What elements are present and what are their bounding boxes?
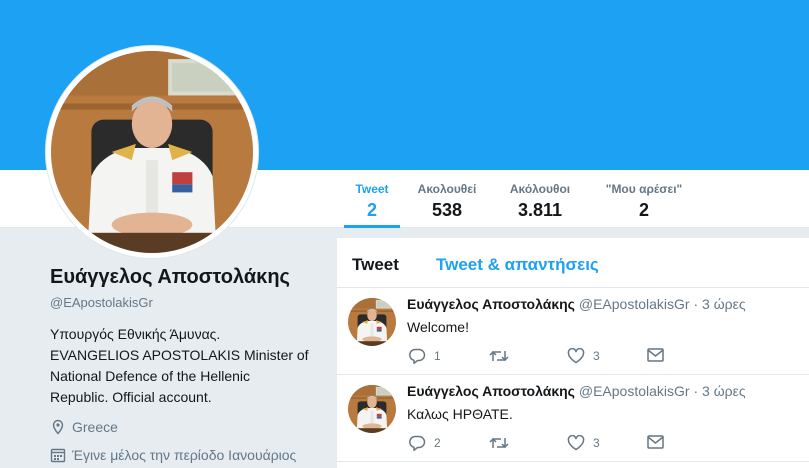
reply-button[interactable]: 1 bbox=[409, 348, 441, 364]
reply-count: 1 bbox=[434, 349, 441, 363]
reply-icon bbox=[409, 348, 426, 364]
retweet-button[interactable] bbox=[489, 348, 517, 364]
like-button[interactable]: 3 bbox=[567, 435, 600, 451]
avatar-image bbox=[51, 51, 253, 253]
stat-label: Ακολουθεί bbox=[417, 182, 477, 196]
tab-tweets[interactable]: Tweet bbox=[352, 255, 399, 275]
stat-tweets[interactable]: Tweet 2 bbox=[344, 182, 400, 228]
stat-following[interactable]: Ακολουθεί 538 bbox=[412, 182, 482, 228]
stat-label: Tweet bbox=[355, 182, 389, 196]
reply-button[interactable]: 2 bbox=[409, 435, 441, 451]
message-icon bbox=[647, 348, 664, 362]
retweet-icon bbox=[489, 350, 509, 362]
tweet-actions: 1 3 bbox=[409, 348, 669, 366]
stat-followers[interactable]: Ακόλουθοι 3.811 bbox=[503, 182, 577, 228]
stat-value: 3.811 bbox=[517, 200, 563, 220]
tweet-timestamp[interactable]: 3 ώρες bbox=[702, 296, 746, 312]
tweet-separator: · bbox=[693, 296, 699, 312]
profile-card: Ευάγγελος Αποστολάκης @EApostolakisGr Υπ… bbox=[50, 266, 320, 463]
message-button[interactable] bbox=[647, 435, 664, 449]
location-icon bbox=[52, 419, 64, 435]
message-icon bbox=[647, 435, 664, 449]
joined-text: Έγινε μέλος την περίοδο Ιανουάριος bbox=[72, 447, 297, 463]
stat-likes[interactable]: "Μου αρέσει" 2 bbox=[598, 182, 690, 228]
tweet-header: Ευάγγελος Αποστολάκης @EApostolakisGr · … bbox=[407, 296, 746, 312]
tweet-avatar[interactable] bbox=[348, 385, 396, 433]
profile-location: Greece bbox=[50, 419, 118, 435]
profile-avatar[interactable] bbox=[46, 46, 258, 258]
stat-value: 538 bbox=[431, 200, 463, 220]
profile-joined: Έγινε μέλος την περίοδο Ιανουάριος bbox=[50, 447, 296, 463]
tweet-header: Ευάγγελος Αποστολάκης @EApostolakisGr · … bbox=[407, 383, 746, 399]
stat-label: "Μου αρέσει" bbox=[605, 182, 683, 196]
message-button[interactable] bbox=[647, 348, 664, 362]
profile-bio: Υπουργός Εθνικής Άμυνας. EVANGELIOS APOS… bbox=[50, 326, 309, 405]
tweet[interactable]: Ευάγγελος Αποστολάκης @EApostolakisGr · … bbox=[337, 375, 809, 462]
tweet-author-name[interactable]: Ευάγγελος Αποστολάκης bbox=[407, 296, 575, 312]
profile-handle[interactable]: @EApostolakisGr bbox=[50, 295, 320, 310]
retweet-button[interactable] bbox=[489, 435, 517, 451]
like-count: 3 bbox=[593, 436, 600, 450]
tweet[interactable]: Ευάγγελος Αποστολάκης @EApostolakisGr · … bbox=[337, 288, 809, 375]
timeline: Tweet Tweet & απαντήσεις Ευάγγελος Αποστ… bbox=[337, 238, 809, 468]
like-button[interactable]: 3 bbox=[567, 348, 600, 364]
tweet-actions: 2 3 bbox=[409, 435, 669, 453]
reply-count: 2 bbox=[434, 436, 441, 450]
retweet-icon bbox=[489, 437, 509, 449]
location-text: Greece bbox=[72, 419, 118, 435]
like-count: 3 bbox=[593, 349, 600, 363]
tweet-avatar[interactable] bbox=[348, 298, 396, 346]
tweet-text: Welcome! bbox=[407, 319, 469, 335]
reply-icon bbox=[409, 435, 426, 451]
tab-tweets-replies[interactable]: Tweet & απαντήσεις bbox=[436, 255, 599, 275]
tweet-author-handle[interactable]: @EApostolakisGr bbox=[579, 383, 690, 399]
profile-name[interactable]: Ευάγγελος Αποστολάκης bbox=[50, 266, 320, 289]
like-icon bbox=[567, 348, 585, 364]
tweet-separator: · bbox=[693, 383, 699, 399]
calendar-icon bbox=[50, 448, 66, 463]
like-icon bbox=[567, 435, 585, 451]
tweet-timestamp[interactable]: 3 ώρες bbox=[702, 383, 746, 399]
stat-value: 2 bbox=[638, 200, 649, 220]
tweet-author-handle[interactable]: @EApostolakisGr bbox=[579, 296, 690, 312]
stat-value: 2 bbox=[366, 200, 377, 220]
stat-label: Ακόλουθοι bbox=[509, 182, 571, 196]
timeline-tabs: Tweet Tweet & απαντήσεις bbox=[337, 238, 809, 288]
tweet-text: Καλως ΗΡΘΑΤΕ. bbox=[407, 406, 513, 422]
tweet-author-name[interactable]: Ευάγγελος Αποστολάκης bbox=[407, 383, 575, 399]
